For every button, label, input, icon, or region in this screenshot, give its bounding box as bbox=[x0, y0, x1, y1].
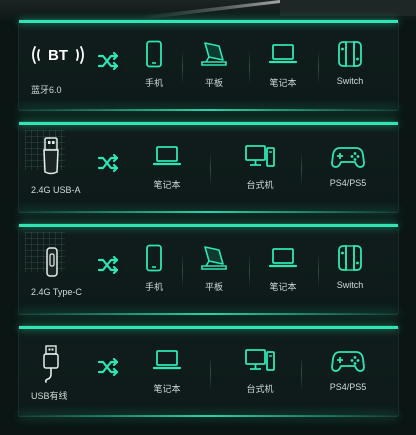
bluetooth-icon: BT bbox=[31, 38, 85, 77]
device-switch: Switch bbox=[319, 40, 381, 86]
desktop-icon bbox=[245, 349, 275, 371]
device-gamepad: PS4/PS5 bbox=[317, 142, 379, 188]
device-label: 平板 bbox=[204, 282, 223, 292]
laptop-icon bbox=[268, 248, 298, 268]
gamepad-icon bbox=[331, 351, 365, 372]
phone-icon bbox=[146, 244, 162, 272]
divider bbox=[301, 152, 302, 186]
device-label: 手机 bbox=[144, 78, 163, 88]
panel-bottom-glow bbox=[19, 415, 398, 417]
source-label-usb-a: 2.4G USB-A bbox=[31, 185, 81, 195]
device-label: 笔记本 bbox=[269, 282, 297, 292]
device-laptop: 笔记本 bbox=[136, 346, 198, 395]
mode-panel-usb-a: 2.4G USB-A 笔记本 台式机 PS4/PS5 bbox=[19, 122, 398, 213]
source-label-bluetooth: 蓝牙6.0 bbox=[31, 85, 62, 95]
mode-panel-type-c: 2.4G Type-C 手机 平板 笔记本 Switch bbox=[19, 224, 398, 315]
device-label: 平板 bbox=[204, 78, 223, 88]
shuffle-icon bbox=[97, 51, 121, 76]
tablet-icon bbox=[201, 246, 227, 270]
device-desktop: 台式机 bbox=[229, 346, 291, 395]
device-gamepad: PS4/PS5 bbox=[317, 346, 379, 392]
panel-bottom-glow bbox=[19, 109, 398, 111]
device-phone: 手机 bbox=[123, 244, 185, 293]
device-switch: Switch bbox=[319, 244, 381, 290]
panel-top-glow bbox=[19, 326, 398, 329]
usb-c-dongle-icon bbox=[45, 246, 59, 283]
source-label-usb-wired: USB有线 bbox=[31, 391, 68, 401]
mode-panel-bluetooth: BT 蓝牙6.0 手机 平板 笔记本 Switch bbox=[19, 20, 398, 111]
top-band-shade bbox=[280, 0, 416, 16]
device-phone: 手机 bbox=[123, 40, 185, 89]
panel-bottom-glow bbox=[19, 211, 398, 213]
divider bbox=[210, 152, 211, 186]
device-label: 笔记本 bbox=[269, 78, 297, 88]
switch-icon bbox=[338, 245, 362, 271]
panel-top-glow bbox=[19, 122, 398, 125]
shuffle-icon bbox=[97, 153, 121, 178]
laptop-icon bbox=[268, 44, 298, 64]
panel-bottom-glow bbox=[19, 313, 398, 315]
device-label: Switch bbox=[336, 76, 364, 86]
usb-cable-icon bbox=[41, 344, 61, 389]
shuffle-icon bbox=[97, 255, 121, 280]
divider bbox=[249, 50, 250, 84]
top-band bbox=[0, 0, 416, 20]
device-label: PS4/PS5 bbox=[329, 178, 367, 188]
laptop-icon bbox=[152, 146, 182, 166]
top-band-highlight bbox=[140, 0, 280, 20]
laptop-icon bbox=[152, 350, 182, 370]
gamepad-icon bbox=[331, 147, 365, 168]
desktop-icon bbox=[245, 145, 275, 167]
device-laptop: 笔记本 bbox=[252, 40, 314, 89]
device-label: Switch bbox=[336, 280, 364, 290]
shuffle-icon bbox=[97, 357, 121, 382]
usb-a-dongle-icon bbox=[41, 136, 61, 181]
panel-top-glow bbox=[19, 224, 398, 227]
device-label: 台式机 bbox=[246, 180, 274, 190]
panel-top-glow bbox=[19, 20, 398, 23]
bt-badge-text: BT bbox=[48, 47, 68, 64]
device-label: 台式机 bbox=[246, 384, 274, 394]
switch-icon bbox=[338, 41, 362, 67]
device-laptop: 笔记本 bbox=[252, 244, 314, 293]
divider bbox=[249, 254, 250, 288]
device-desktop: 台式机 bbox=[229, 142, 291, 191]
phone-icon bbox=[146, 40, 162, 68]
device-tablet: 平板 bbox=[183, 244, 245, 293]
device-label: 手机 bbox=[144, 282, 163, 292]
divider bbox=[301, 356, 302, 390]
device-tablet: 平板 bbox=[183, 40, 245, 89]
device-laptop: 笔记本 bbox=[136, 142, 198, 191]
source-label-type-c: 2.4G Type-C bbox=[31, 287, 82, 297]
device-label: 笔记本 bbox=[153, 384, 181, 394]
device-label: 笔记本 bbox=[153, 180, 181, 190]
tablet-icon bbox=[201, 42, 227, 66]
device-label: PS4/PS5 bbox=[329, 382, 367, 392]
divider bbox=[210, 356, 211, 390]
mode-panel-usb-wired: USB有线 笔记本 台式机 PS4/PS5 bbox=[19, 326, 398, 417]
